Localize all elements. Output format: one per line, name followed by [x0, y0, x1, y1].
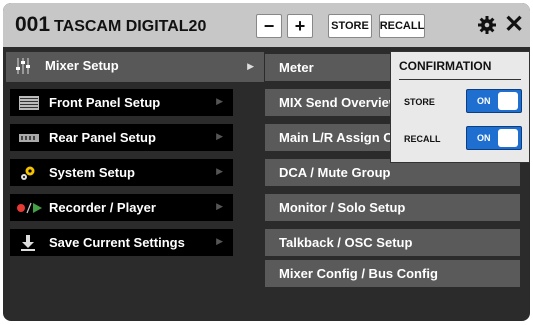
top-bar: 001 TASCAM DIGITAL20 − + STORE RECALL ✕	[3, 3, 530, 47]
device-number: 001	[15, 13, 51, 36]
store-confirm-toggle[interactable]: ON	[466, 89, 522, 113]
submenu-item-label: Talkback / OSC Setup	[279, 235, 413, 250]
submenu-item-label: Mixer Config / Bus Config	[279, 266, 438, 281]
close-icon[interactable]: ✕	[504, 11, 524, 39]
menu-item-mixer-setup[interactable]: Mixer Setup ▶	[6, 52, 264, 82]
confirmation-popup: CONFIRMATION STORE ON RECALL ON	[390, 51, 530, 163]
menu-item-rear-panel-setup[interactable]: Rear Panel Setup ▶	[10, 124, 233, 151]
toggle-knob	[498, 92, 518, 110]
submenu-item-talkback-osc-setup[interactable]: Talkback / OSC Setup	[265, 229, 520, 256]
recall-confirm-label: RECALL	[404, 134, 441, 144]
chevron-right-icon: ▶	[216, 131, 223, 141]
menu-item-front-panel-setup[interactable]: Front Panel Setup ▶	[10, 89, 233, 116]
device-window: 001 TASCAM DIGITAL20 − + STORE RECALL ✕ …	[3, 3, 530, 321]
menu-item-system-setup[interactable]: System Setup ▶	[10, 159, 233, 186]
chevron-right-icon: ▶	[216, 201, 223, 211]
menu-item-label: Mixer Setup	[45, 58, 119, 73]
gear-icon[interactable]	[477, 15, 497, 35]
submenu-item-label: DCA / Mute Group	[279, 165, 391, 180]
record-play-icon	[16, 199, 46, 217]
download-save-icon	[19, 234, 37, 252]
chevron-right-icon: ▶	[216, 96, 223, 106]
recall-button[interactable]: RECALL	[379, 14, 425, 38]
toggle-state: ON	[477, 133, 491, 143]
toggle-knob	[498, 129, 518, 147]
confirmation-title: CONFIRMATION	[399, 59, 521, 80]
recall-confirm-toggle[interactable]: ON	[466, 126, 522, 150]
submenu-item-label: Monitor / Solo Setup	[279, 200, 406, 215]
submenu-item-mixer-config-bus-config[interactable]: Mixer Config / Bus Config	[265, 260, 520, 287]
chevron-right-icon: ▶	[216, 236, 223, 246]
submenu-item-label: MIX Send Overview	[279, 95, 399, 110]
increment-button[interactable]: +	[287, 14, 313, 38]
mixer-faders-icon	[15, 57, 33, 75]
menu-item-label: Rear Panel Setup	[49, 130, 156, 145]
system-gears-icon	[19, 164, 37, 182]
submenu-item-dca-mute-group[interactable]: DCA / Mute Group	[265, 159, 520, 186]
chevron-right-icon: ▶	[216, 166, 223, 176]
submenu-item-monitor-solo-setup[interactable]: Monitor / Solo Setup	[265, 194, 520, 221]
rear-panel-icon	[19, 129, 39, 147]
front-panel-icon	[19, 94, 39, 112]
device-title: 001 TASCAM DIGITAL20	[15, 13, 206, 37]
menu-item-label: Save Current Settings	[49, 235, 185, 250]
toggle-state: ON	[477, 96, 491, 106]
menu-item-label: System Setup	[49, 165, 135, 180]
decrement-button[interactable]: −	[256, 14, 282, 38]
menu-item-label: Recorder / Player	[49, 200, 156, 215]
menu-item-label: Front Panel Setup	[49, 95, 161, 110]
submenu-item-label: Meter	[279, 60, 314, 75]
menu-item-recorder-player[interactable]: Recorder / Player ▶	[10, 194, 233, 221]
menu-item-save-current-settings[interactable]: Save Current Settings ▶	[10, 229, 233, 256]
device-name: TASCAM DIGITAL20	[54, 18, 207, 35]
store-confirm-label: STORE	[404, 97, 435, 107]
store-button[interactable]: STORE	[328, 14, 372, 38]
chevron-right-icon: ▶	[247, 61, 254, 71]
